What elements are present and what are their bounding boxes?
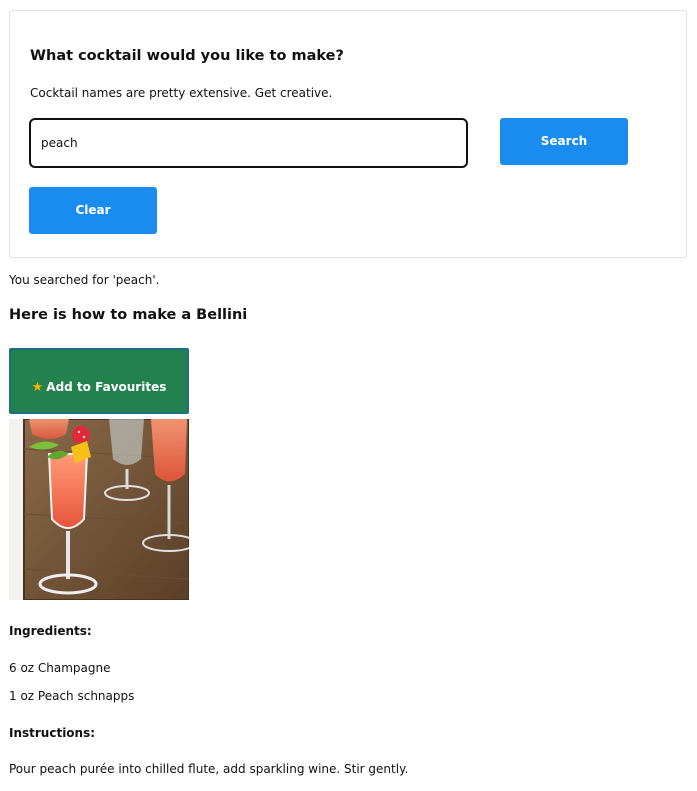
search-subtitle: Cocktail names are pretty extensive. Get… xyxy=(30,86,333,100)
cocktail-image xyxy=(9,419,189,600)
ingredient-item: 6 oz Champagne xyxy=(9,661,111,675)
search-heading: What cocktail would you like to make? xyxy=(30,48,344,64)
page: What cocktail would you like to make? Co… xyxy=(0,0,697,791)
searched-for-text: You searched for 'peach'. xyxy=(9,273,160,287)
add-to-favourites-label: Add to Favourites xyxy=(46,379,167,394)
search-button[interactable]: Search xyxy=(500,118,628,165)
instructions-label: Instructions: xyxy=(9,726,96,740)
search-card: What cocktail would you like to make? Co… xyxy=(9,10,687,258)
ingredients-label: Ingredients: xyxy=(9,624,92,638)
search-input[interactable] xyxy=(29,118,468,168)
clear-button[interactable]: Clear xyxy=(29,187,157,234)
add-to-favourites-button[interactable]: ★ Add to Favourites xyxy=(9,348,189,414)
recipe-title: Here is how to make a Bellini xyxy=(9,307,248,323)
star-icon: ★ xyxy=(31,379,44,395)
ingredient-item: 1 oz Peach schnapps xyxy=(9,689,135,703)
instructions-text: Pour peach purée into chilled flute, add… xyxy=(9,762,409,776)
